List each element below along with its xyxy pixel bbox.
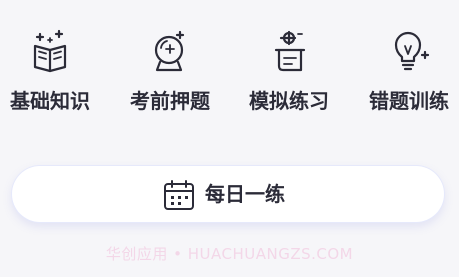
- calendar-icon: [162, 178, 196, 212]
- daily-practice-label: 每日一练: [205, 182, 285, 206]
- menu-item-label: 模拟练习: [249, 89, 329, 113]
- menu-item-mock-practice[interactable]: 模拟练习: [229, 26, 349, 126]
- menu-item-mistake-training[interactable]: 错题训练: [349, 26, 459, 126]
- menu-item-basic-knowledge[interactable]: 基础知识: [0, 26, 110, 126]
- menu-item-label: 基础知识: [10, 89, 90, 113]
- menu-item-label: 错题训练: [369, 89, 449, 113]
- lightbulb-sparkle-icon: [385, 26, 433, 74]
- crystal-ball-icon: [146, 26, 194, 74]
- menu-item-exam-prediction[interactable]: 考前押题: [110, 26, 230, 126]
- feature-grid: 基础知识 考前押题 模拟练习 错题训练: [0, 26, 459, 126]
- menu-item-label: 考前押题: [130, 89, 210, 113]
- daily-practice-button[interactable]: 每日一练: [12, 166, 444, 222]
- scroll-exam-icon: [265, 26, 313, 74]
- open-book-sparkle-icon: [26, 26, 74, 74]
- watermark: 华创应用 • HUACHUANGZS.COM: [105, 245, 354, 263]
